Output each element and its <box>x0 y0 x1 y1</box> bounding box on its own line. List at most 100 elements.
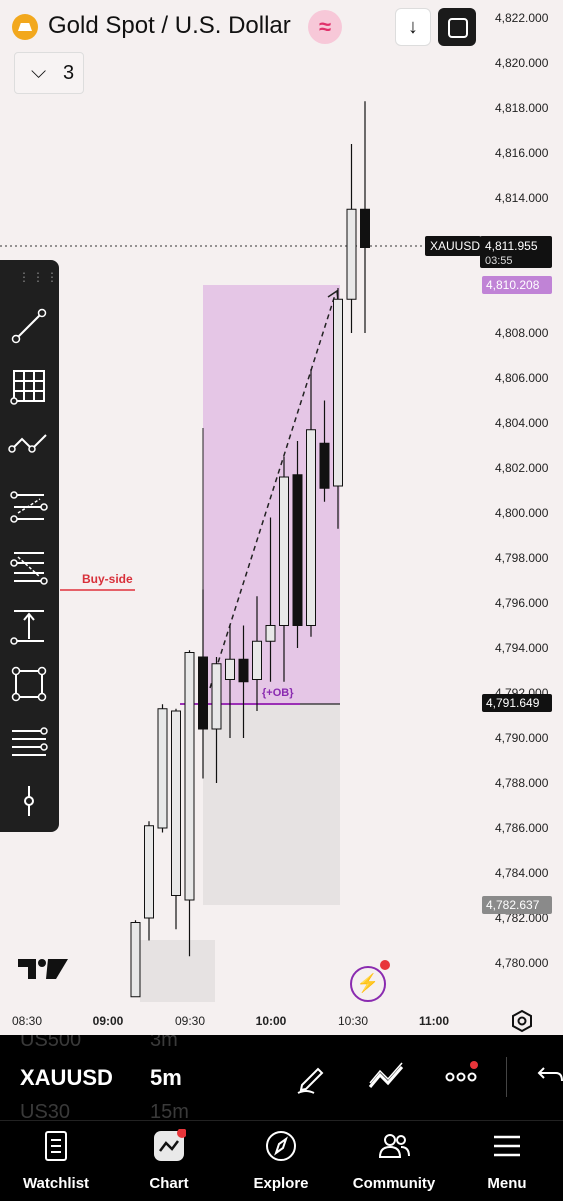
candle-bullish <box>252 640 262 680</box>
price-tick-label: 4,818.000 <box>495 101 549 115</box>
symbol-title[interactable]: Gold Spot / U.S. Dollar <box>48 12 291 40</box>
nav-watchlist-label: Watchlist <box>22 1175 90 1192</box>
candle-bullish <box>171 710 181 896</box>
price-tick-label: 4,784.000 <box>495 866 549 880</box>
nav-menu-label: Menu <box>487 1175 527 1192</box>
ghost-timeframe-bottom[interactable]: 15m <box>150 1101 189 1120</box>
trend-tool-icon[interactable] <box>368 1059 404 1095</box>
price-chart[interactable]: Buy-side {+OB} 4,822.0004,820.0004,818.0… <box>0 0 563 1035</box>
candle-bearish <box>292 474 303 626</box>
gann-grid-icon[interactable] <box>8 365 50 407</box>
more-options-icon[interactable] <box>444 1059 480 1095</box>
parallel-channel-icon[interactable] <box>8 485 50 527</box>
pen-draw-icon[interactable] <box>294 1059 330 1095</box>
price-tick-label: 4,804.000 <box>495 416 549 430</box>
ob-level-tag: 4,791.649 <box>482 694 552 712</box>
low-level-text: 4,782.637 <box>486 898 540 912</box>
chart-header: Gold Spot / U.S. Dollar ≈ ↓ ⌵ 3 <box>0 0 563 100</box>
high-level-tag: 4,810.208 <box>482 276 552 294</box>
current-price-text: 4,811.955 <box>485 239 538 253</box>
indicator-count: 3 <box>63 62 75 84</box>
countdown-text: 03:55 <box>485 255 513 267</box>
time-tick-label: 09:00 <box>93 1014 124 1028</box>
price-axis: 4,822.0004,820.0004,818.0004,816.0004,81… <box>495 11 549 970</box>
symbol-timeframe-bar: US500 3m XAUUSD 5m US30 15m <box>0 1035 563 1120</box>
price-tick-label: 4,808.000 <box>495 326 549 340</box>
price-tick-label: 4,800.000 <box>495 506 549 520</box>
candle-bearish <box>360 208 370 248</box>
grip-handle-icon[interactable]: ⋮⋮⋮ <box>18 270 60 284</box>
nav-community[interactable]: Community <box>344 1121 444 1201</box>
candle-bullish <box>225 658 235 680</box>
trend-line-icon[interactable] <box>8 305 50 347</box>
time-tick-label: 09:30 <box>175 1014 205 1028</box>
tradingview-logo-icon <box>18 959 68 979</box>
chevron-down-icon: ⌵ <box>31 61 47 83</box>
nav-explore[interactable]: Explore <box>231 1121 331 1201</box>
nav-explore-label: Explore <box>253 1175 309 1192</box>
horizontal-lines-icon[interactable] <box>8 723 50 765</box>
fullscreen-icon[interactable] <box>438 8 476 46</box>
arrow-down-icon[interactable]: ↓ <box>395 8 431 46</box>
anchor-icon[interactable] <box>8 780 50 822</box>
time-axis: 08:30 09:00 09:30 10:00 10:30 11:00 <box>12 1014 449 1028</box>
price-tick-label: 4,798.000 <box>495 551 549 565</box>
settings-hexagon-icon[interactable] <box>510 1009 534 1033</box>
price-tick-label: 4,796.000 <box>495 596 549 610</box>
discount-zone <box>203 704 340 905</box>
candle-bullish <box>306 429 316 626</box>
candle-bullish <box>333 298 343 487</box>
current-price-tag: XAUUSD 4,811.955 03:55 <box>425 236 552 268</box>
nav-watchlist[interactable]: Watchlist <box>6 1121 106 1201</box>
candle-bearish <box>238 658 249 683</box>
gold-logo-icon <box>12 14 38 40</box>
time-tick-label: 10:00 <box>256 1014 287 1028</box>
watchlist-icon <box>45 1131 67 1161</box>
menu-icon <box>494 1135 520 1157</box>
price-tick-label: 4,816.000 <box>495 146 549 160</box>
compass-icon <box>266 1131 296 1161</box>
chart-icon <box>154 1129 186 1161</box>
price-tick-label: 4,788.000 <box>495 776 549 790</box>
rectangle-icon[interactable] <box>8 663 50 705</box>
candle-bullish <box>184 652 195 901</box>
candle-bullish <box>211 663 222 730</box>
price-tick-label: 4,802.000 <box>495 461 549 475</box>
bar-divider <box>506 1057 507 1097</box>
timeframe-picker[interactable]: 5m <box>150 1065 182 1091</box>
time-tick-label: 10:30 <box>338 1014 368 1028</box>
time-tick-label: 08:30 <box>12 1014 42 1028</box>
path-icon[interactable] <box>8 423 50 465</box>
symbol-picker[interactable]: XAUUSD <box>20 1065 113 1091</box>
undo-icon[interactable] <box>530 1059 563 1095</box>
nav-community-label: Community <box>352 1175 436 1192</box>
fib-retracement-icon[interactable] <box>8 545 50 587</box>
candle-bearish <box>319 442 330 489</box>
ghost-symbol-top[interactable]: US500 <box>20 1035 81 1052</box>
candle-bullish <box>265 625 276 642</box>
low-zone <box>140 940 215 1002</box>
time-tick-label: 11:00 <box>419 1014 449 1028</box>
bottom-navigation: Watchlist Chart Explore Community Menu <box>0 1120 563 1201</box>
nav-chart[interactable]: Chart <box>119 1121 219 1201</box>
community-icon <box>378 1134 410 1158</box>
ghost-timeframe-top[interactable]: 3m <box>150 1035 178 1052</box>
flash-alert-icon[interactable]: ⚡ <box>350 960 390 1002</box>
measure-icon[interactable] <box>8 605 50 647</box>
candle-bullish <box>346 208 357 300</box>
drawing-toolbar: ⋮⋮⋮ <box>0 260 59 832</box>
ob-label: {+OB} <box>262 687 294 699</box>
candle-bearish <box>198 656 208 730</box>
symbol-tag-text: XAUUSD <box>430 239 480 253</box>
candle-bullish <box>130 922 141 998</box>
nav-menu[interactable]: Menu <box>457 1121 557 1201</box>
price-tick-label: 4,790.000 <box>495 731 549 745</box>
price-tick-label: 4,786.000 <box>495 821 549 835</box>
candle-bullish <box>144 825 154 919</box>
ghost-symbol-bottom[interactable]: US30 <box>20 1101 70 1120</box>
wave-icon[interactable]: ≈ <box>308 10 342 44</box>
nav-chart-label: Chart <box>149 1175 189 1192</box>
price-tick-label: 4,794.000 <box>495 641 549 655</box>
price-tick-label: 4,814.000 <box>495 191 549 205</box>
indicator-collapse-button[interactable]: ⌵ 3 <box>14 52 84 94</box>
